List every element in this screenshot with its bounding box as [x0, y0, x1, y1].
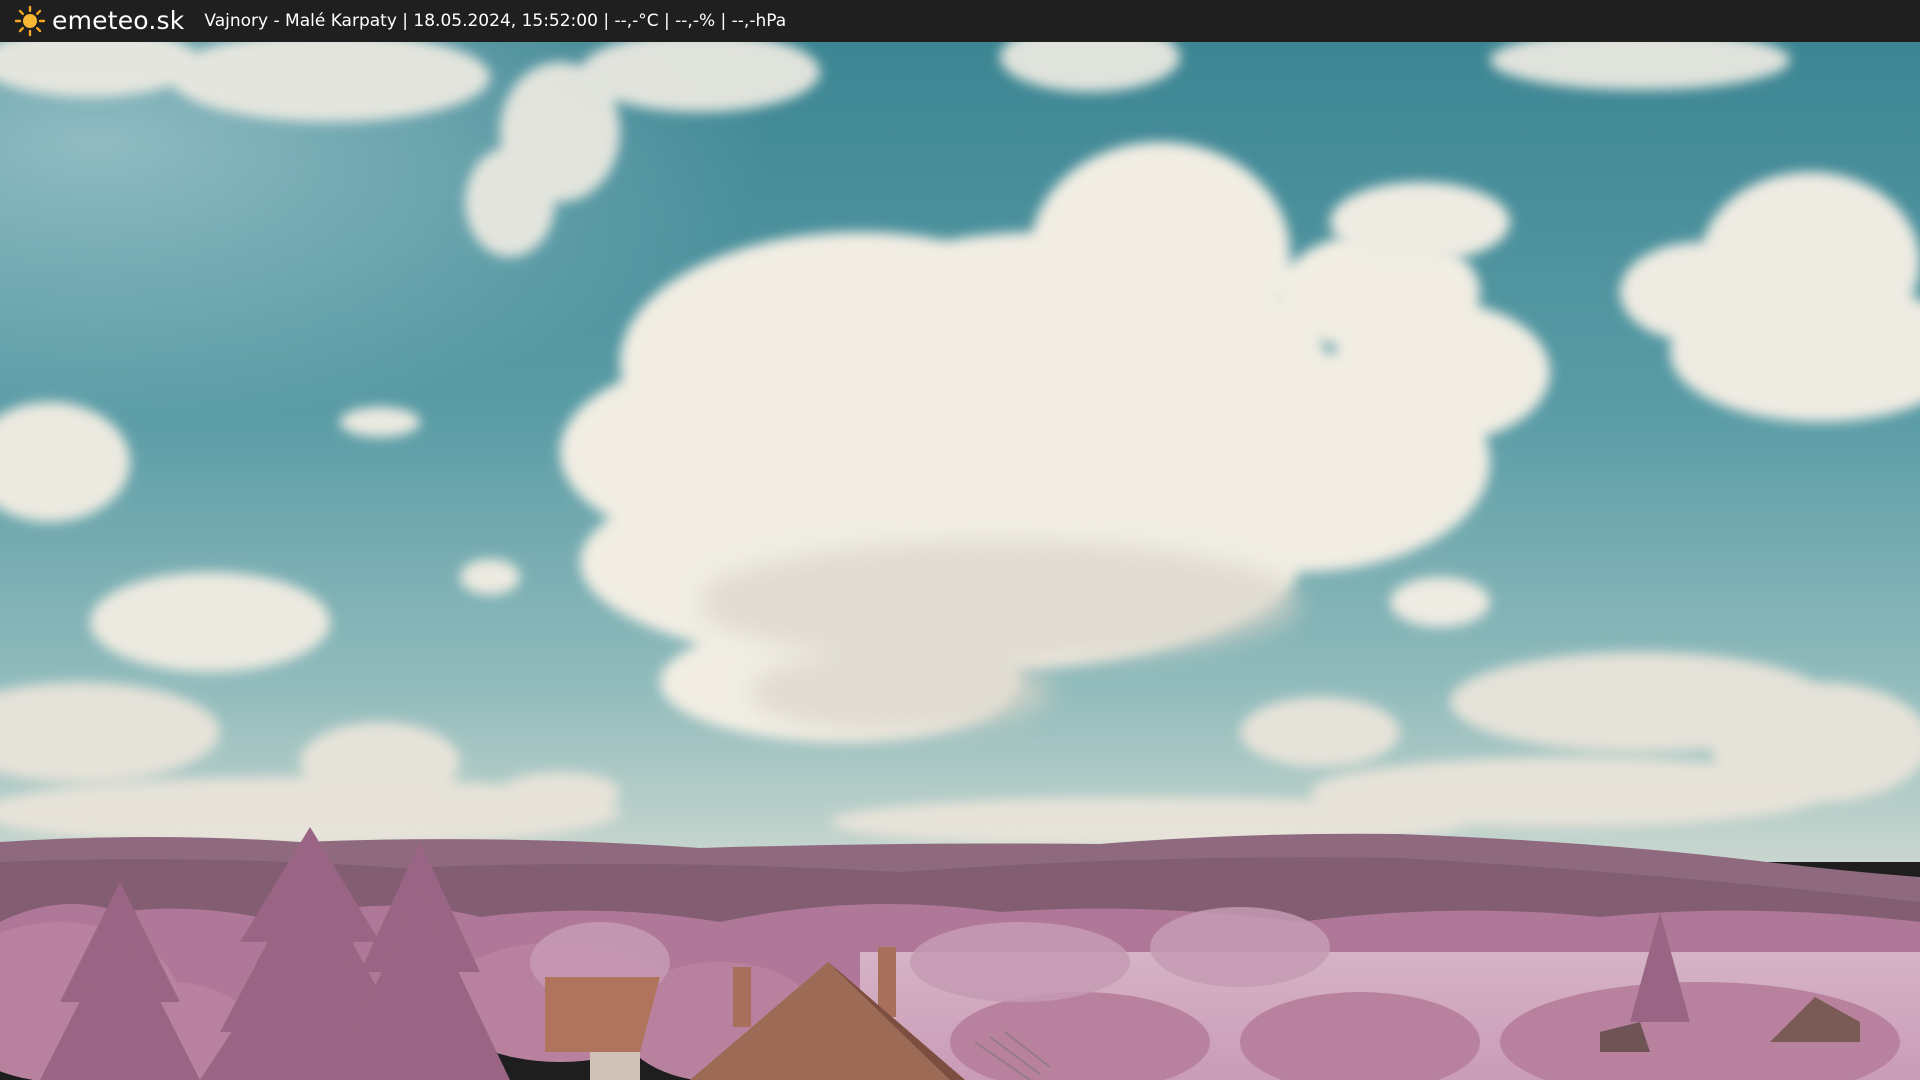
top-bar: emeteo.sk Vajnory - Malé Karpaty | 18.05…	[0, 0, 1920, 42]
brand-logo[interactable]: emeteo.sk	[14, 0, 184, 42]
sun-icon	[14, 5, 46, 37]
webcam-view: emeteo.sk Vajnory - Malé Karpaty | 18.05…	[0, 0, 1920, 1080]
house-roof-left	[545, 977, 660, 1080]
webcam-image	[0, 42, 1920, 1080]
station-status: Vajnory - Malé Karpaty | 18.05.2024, 15:…	[204, 11, 787, 31]
brand-name[interactable]: emeteo.sk	[52, 0, 184, 42]
